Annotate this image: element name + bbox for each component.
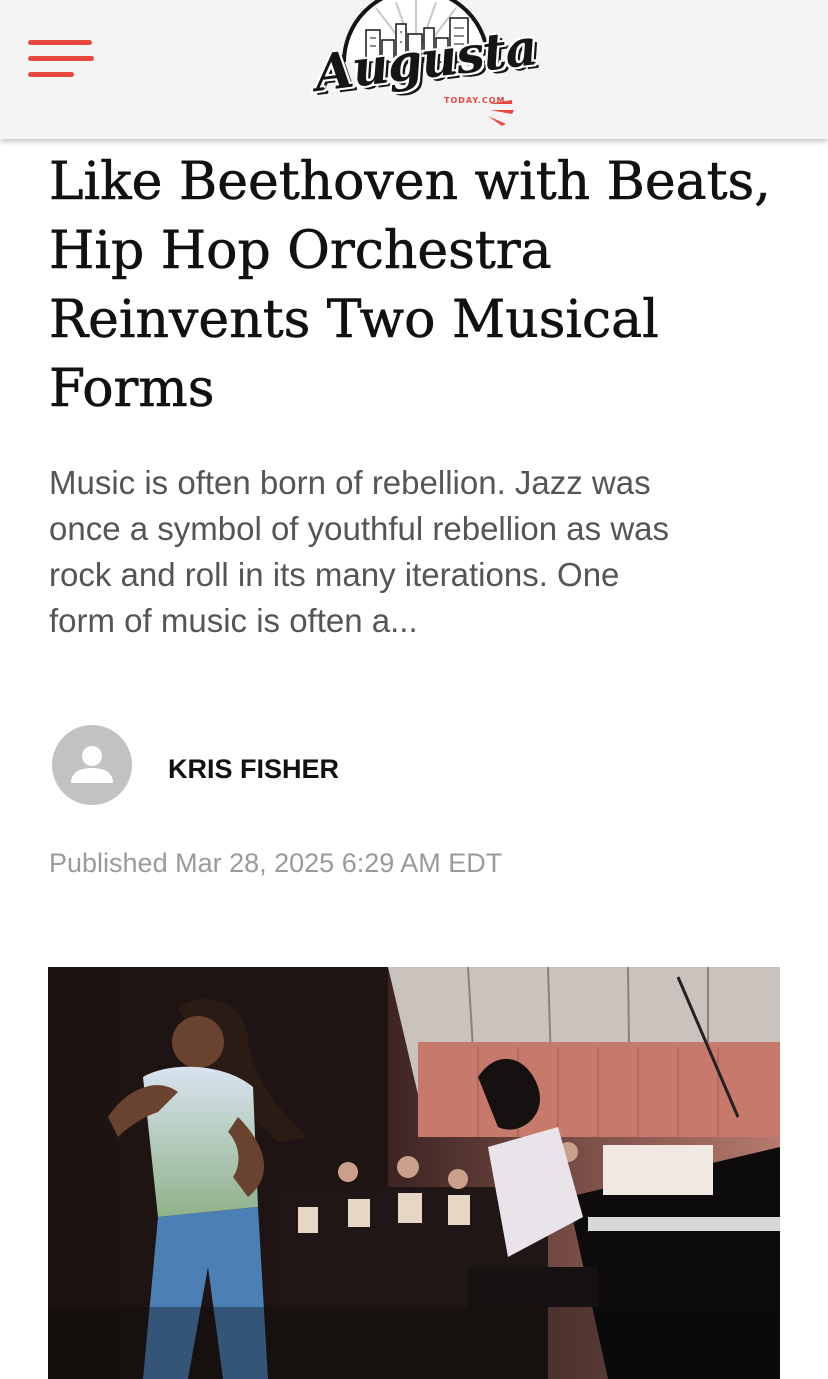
author-avatar[interactable] (52, 725, 132, 805)
article-hero-image[interactable] (48, 967, 780, 1379)
article-title: Like Beethoven with Beats, Hip Hop Orche… (49, 152, 771, 420)
hamburger-menu-button[interactable] (28, 38, 96, 82)
published-date: Published Mar 28, 2025 6:29 AM EDT (49, 848, 503, 878)
menu-bar-middle (28, 56, 94, 61)
site-logo[interactable]: Augusta TODAY.COM (306, 0, 540, 130)
menu-bar-top (28, 40, 92, 45)
author-name[interactable]: KRIS FISHER (168, 752, 339, 786)
site-header: Augusta TODAY.COM (0, 0, 828, 139)
concert-photo (48, 967, 780, 1379)
article-summary: Music is often born of rebellion. Jazz w… (49, 464, 670, 639)
person-icon (71, 746, 113, 783)
logo-subtext: TODAY.COM (444, 96, 506, 105)
menu-bar-bottom (28, 72, 74, 77)
